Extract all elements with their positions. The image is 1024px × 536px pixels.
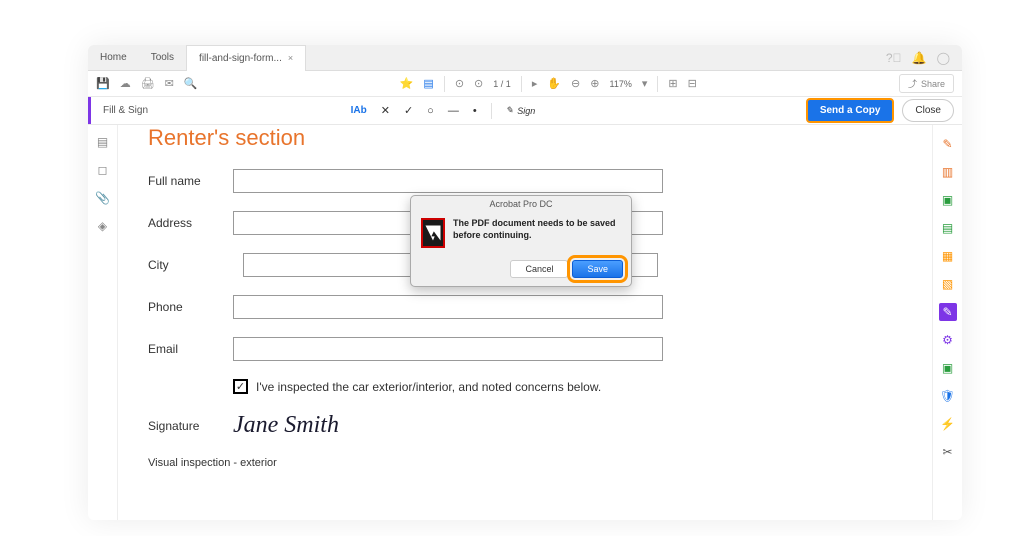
- edit-pdf-icon[interactable]: ▥: [939, 163, 957, 181]
- organize-icon[interactable]: ▤: [939, 219, 957, 237]
- document-viewport[interactable]: Renter's section Full name Address City …: [118, 125, 932, 520]
- chevron-down-icon[interactable]: ▾: [642, 77, 648, 90]
- cursor-icon[interactable]: ▸: [532, 77, 538, 90]
- bell-icon[interactable]: 🔔: [912, 51, 927, 65]
- dialog-title: Acrobat Pro DC: [411, 196, 631, 212]
- protect-icon[interactable]: 🛡: [939, 387, 957, 405]
- separator: [657, 76, 658, 92]
- help-icon[interactable]: ?⃝: [886, 51, 902, 65]
- share-icon: ⤴: [908, 77, 917, 90]
- inspection-checkbox[interactable]: ✓: [233, 379, 248, 394]
- separator: [521, 76, 522, 92]
- phone-input[interactable]: [233, 295, 663, 319]
- bookmark-icon[interactable]: ◻: [98, 163, 108, 177]
- page-up-icon[interactable]: ⊙: [455, 77, 464, 90]
- share-button[interactable]: ⤴ Share: [899, 74, 954, 93]
- city-input[interactable]: [243, 253, 413, 277]
- print-icon[interactable]: 🖨: [141, 77, 155, 90]
- stamp-icon[interactable]: ▧: [939, 275, 957, 293]
- left-rail: ▤ ◻ 📎 ◈: [88, 125, 118, 520]
- star-icon[interactable]: ⭐: [400, 77, 414, 90]
- tabstrip: Home Tools fill-and-sign-form... × ?⃝ 🔔 …: [88, 45, 962, 71]
- close-button[interactable]: Close: [902, 99, 954, 122]
- zoom-in-icon[interactable]: ⊕: [590, 77, 599, 90]
- avatar-icon[interactable]: ◯: [937, 51, 950, 65]
- signature-label: Signature: [148, 419, 233, 433]
- layers-icon[interactable]: ◈: [98, 219, 107, 233]
- page-indicator: 1 / 1: [493, 79, 511, 89]
- tab-document[interactable]: fill-and-sign-form... ×: [186, 45, 306, 71]
- separator: [444, 76, 445, 92]
- create-pdf-icon[interactable]: ✎: [939, 135, 957, 153]
- signature-value[interactable]: Jane Smith: [233, 412, 339, 439]
- combine-icon[interactable]: ▣: [939, 359, 957, 377]
- comment-icon[interactable]: ▦: [939, 247, 957, 265]
- email-input[interactable]: [233, 337, 663, 361]
- sign-tool-label: Sign: [517, 106, 535, 116]
- fillsign-label: Fill & Sign: [88, 97, 160, 124]
- page-total: 1: [506, 79, 511, 89]
- search-icon[interactable]: 🔍: [184, 77, 198, 90]
- pages-icon[interactable]: ▤: [97, 135, 108, 149]
- hand-icon[interactable]: ✋: [547, 77, 561, 90]
- save-icon[interactable]: 💾: [96, 77, 110, 90]
- check-tool-icon[interactable]: ✓: [404, 104, 413, 117]
- share-label: Share: [921, 79, 945, 89]
- fill-sign-icon[interactable]: ✎: [939, 303, 957, 321]
- page-thumb-icon[interactable]: ▤: [423, 77, 433, 90]
- pen-icon: ✎: [506, 105, 514, 116]
- line-tool-icon[interactable]: —: [448, 105, 459, 117]
- close-icon[interactable]: ×: [288, 53, 293, 63]
- text-tool-icon[interactable]: IAb: [351, 105, 367, 116]
- dot-tool-icon[interactable]: •: [473, 105, 477, 117]
- tab-home[interactable]: Home: [88, 45, 139, 71]
- phone-label: Phone: [148, 300, 233, 314]
- tab-tools[interactable]: Tools: [139, 45, 186, 71]
- section-title: Renter's section: [148, 125, 902, 151]
- dialog-message: The PDF document needs to be saved befor…: [453, 218, 621, 241]
- optimize-icon[interactable]: ⚡: [939, 415, 957, 433]
- main-area: ▤ ◻ 📎 ◈ Renter's section Full name Addre…: [88, 125, 962, 520]
- circle-tool-icon[interactable]: ○: [427, 105, 434, 117]
- tab-document-label: fill-and-sign-form...: [199, 53, 282, 64]
- subheading: Visual inspection - exterior: [148, 457, 902, 469]
- sign-tool[interactable]: ✎ Sign: [506, 105, 536, 116]
- zoom-level[interactable]: 117%: [609, 79, 631, 89]
- email-label: Email: [148, 342, 233, 356]
- fit-page-icon[interactable]: ⊞: [668, 77, 677, 90]
- adobe-icon: [421, 218, 445, 248]
- separator: [491, 103, 492, 119]
- fit-width-icon[interactable]: ⊟: [688, 77, 697, 90]
- page-current: 1: [493, 79, 498, 89]
- fullname-label: Full name: [148, 174, 233, 188]
- zoom-out-icon[interactable]: ⊖: [571, 77, 580, 90]
- dialog-save-button[interactable]: Save: [572, 260, 623, 278]
- send-copy-button[interactable]: Send a Copy: [806, 98, 895, 123]
- x-tool-icon[interactable]: ✕: [381, 104, 390, 117]
- right-rail: ✎ ▥ ▣ ▤ ▦ ▧ ✎ ⚙ ▣ 🛡 ⚡ ✂: [932, 125, 962, 520]
- page-down-icon[interactable]: ⊙: [474, 77, 483, 90]
- main-toolbar: 💾 ☁ 🖨 ✉ 🔍 ⭐ ▤ ⊙ ⊙ 1 / 1 ▸ ✋ ⊖ ⊕ 117% ▾ ⊞…: [88, 71, 962, 97]
- attachment-icon[interactable]: 📎: [95, 191, 110, 205]
- mail-icon[interactable]: ✉: [165, 77, 174, 90]
- save-dialog: Acrobat Pro DC The PDF document needs to…: [410, 195, 632, 287]
- fullname-input[interactable]: [233, 169, 663, 193]
- tool-icon[interactable]: ✂: [939, 443, 957, 461]
- export-icon[interactable]: ▣: [939, 191, 957, 209]
- address-label: Address: [148, 216, 233, 230]
- checkbox-label: I've inspected the car exterior/interior…: [256, 380, 601, 394]
- pdf-page: Renter's section Full name Address City …: [118, 125, 932, 520]
- fillsign-toolbar: Fill & Sign IAb ✕ ✓ ○ — • ✎ Sign Send a …: [88, 97, 962, 125]
- app-window: Home Tools fill-and-sign-form... × ?⃝ 🔔 …: [88, 45, 962, 520]
- dialog-cancel-button[interactable]: Cancel: [510, 260, 568, 278]
- cloud-icon[interactable]: ☁: [120, 77, 131, 90]
- city-label: City: [148, 258, 233, 272]
- more-tools-icon[interactable]: ⚙: [939, 331, 957, 349]
